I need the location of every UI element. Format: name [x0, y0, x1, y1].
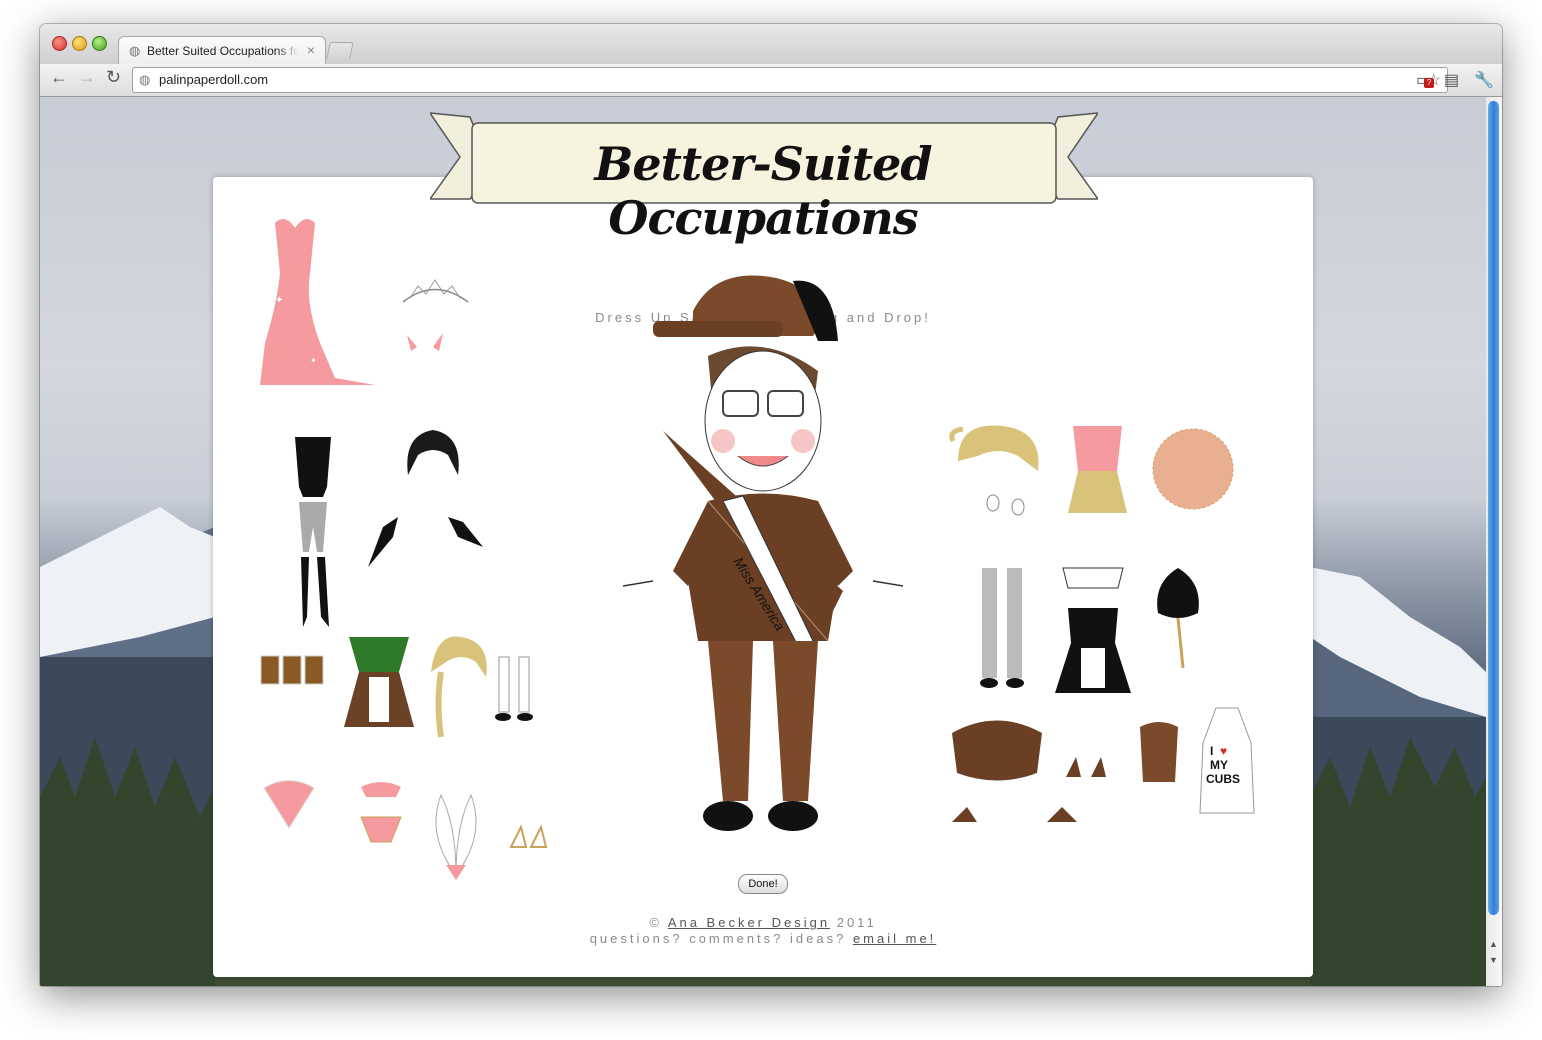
new-tab-button[interactable] — [326, 42, 354, 59]
black-gloves-item[interactable] — [363, 507, 488, 572]
svg-text:✦: ✦ — [275, 295, 283, 306]
browser-toolbar: ← → ↻ ◍ palinpaperdoll.com ☆ ▭? ▤ 🔧 — [40, 64, 1502, 97]
globe-icon: ◍ — [139, 72, 151, 87]
scrollbar-thumb[interactable] — [1488, 101, 1499, 915]
dirndl-dress-item[interactable] — [339, 632, 419, 732]
globe-icon: ◍ — [129, 43, 141, 58]
copyright-symbol: © — [649, 915, 662, 930]
address-bar[interactable]: ◍ palinpaperdoll.com ☆ — [132, 67, 1448, 93]
browser-window: ◍ Better Suited Occupations fo × ← → ↻ ◍… — [40, 24, 1502, 986]
feather-duster-item[interactable] — [1148, 563, 1208, 673]
zoom-window-button[interactable] — [92, 36, 107, 51]
pink-gown-item[interactable]: ✦ ✦ — [255, 213, 385, 393]
i-love-my-cubs-apron-item[interactable]: I ♥ MY CUBS — [1196, 703, 1258, 818]
apron-text-my: MY — [1210, 758, 1228, 772]
tab-title: Better Suited Occupations fo — [147, 44, 299, 58]
copyright-year: 2011 — [836, 915, 877, 930]
apron-text-i: I — [1210, 744, 1213, 758]
questions-text: questions? comments? ideas? — [589, 931, 847, 946]
svg-text:✦: ✦ — [310, 356, 317, 365]
content-panel: Better-Suited Occupations Dress Up Sarah… — [213, 112, 1313, 977]
maid-outfit-item[interactable] — [1053, 563, 1133, 713]
blonde-ponytail-wig-item[interactable] — [948, 421, 1048, 521]
extension-badge-icon: ? — [1424, 78, 1434, 88]
wrench-icon[interactable]: 🔧 — [1474, 70, 1494, 90]
showgirl-costume-item[interactable] — [356, 767, 406, 862]
cheerleader-uniform-item[interactable] — [1065, 421, 1130, 521]
back-arrow-icon[interactable]: ← — [50, 67, 68, 88]
forward-arrow-icon[interactable]: → — [78, 67, 96, 88]
apron-text-cubs: CUBS — [1206, 772, 1240, 786]
designer-link[interactable]: Ana Becker Design — [668, 915, 830, 930]
pom-poms-item[interactable] — [1148, 424, 1238, 519]
tab-strip: ◍ Better Suited Occupations fo × — [40, 24, 1502, 65]
bear-body-item[interactable] — [1135, 717, 1183, 789]
bear-head-item[interactable] — [947, 713, 1047, 788]
bear-paws-item[interactable] — [1061, 752, 1111, 787]
bear-feet-item[interactable] — [947, 802, 1082, 832]
browser-tab[interactable]: ◍ Better Suited Occupations fo × — [118, 36, 326, 65]
tiara-item[interactable] — [398, 272, 473, 312]
close-window-button[interactable] — [52, 36, 67, 51]
email-link[interactable]: email me! — [853, 931, 936, 946]
vertical-scrollbar[interactable]: ▲ ▼ — [1486, 97, 1502, 986]
page-viewport: Better-Suited Occupations Dress Up Sarah… — [40, 97, 1486, 986]
fishnet-stockings-item[interactable] — [977, 563, 1027, 693]
pink-gloves-item[interactable] — [403, 327, 448, 355]
feather-headdress-item[interactable] — [416, 785, 496, 880]
minimize-window-button[interactable] — [72, 36, 87, 51]
blonde-braid-wig-item[interactable] — [421, 632, 491, 742]
page-menu-icon[interactable]: ▤ — [1444, 70, 1459, 90]
white-socks-shoes-item[interactable] — [491, 652, 541, 727]
done-button[interactable]: Done! — [738, 874, 788, 894]
feather-fan-item[interactable] — [259, 773, 319, 835]
extension-icon[interactable]: ▭? — [1416, 70, 1434, 90]
banner-title: Better-Suited Occupations — [594, 137, 932, 245]
tab-close-icon[interactable]: × — [307, 42, 315, 58]
gold-shoes-item[interactable] — [506, 817, 551, 857]
black-wig-item[interactable] — [398, 425, 468, 485]
page-footer: © Ana Becker Design 2011 questions? comm… — [213, 915, 1313, 947]
address-url: palinpaperdoll.com — [159, 72, 269, 87]
beer-mugs-item[interactable] — [259, 651, 329, 691]
reload-icon[interactable]: ↻ — [106, 67, 121, 88]
heart-icon: ♥ — [1220, 744, 1227, 758]
scroll-down-arrow-icon[interactable]: ▼ — [1489, 955, 1498, 965]
scroll-up-arrow-icon[interactable]: ▲ — [1489, 939, 1498, 949]
black-corset-outfit-item[interactable] — [283, 432, 343, 632]
palin-paper-doll: Miss America — [622, 275, 903, 831]
